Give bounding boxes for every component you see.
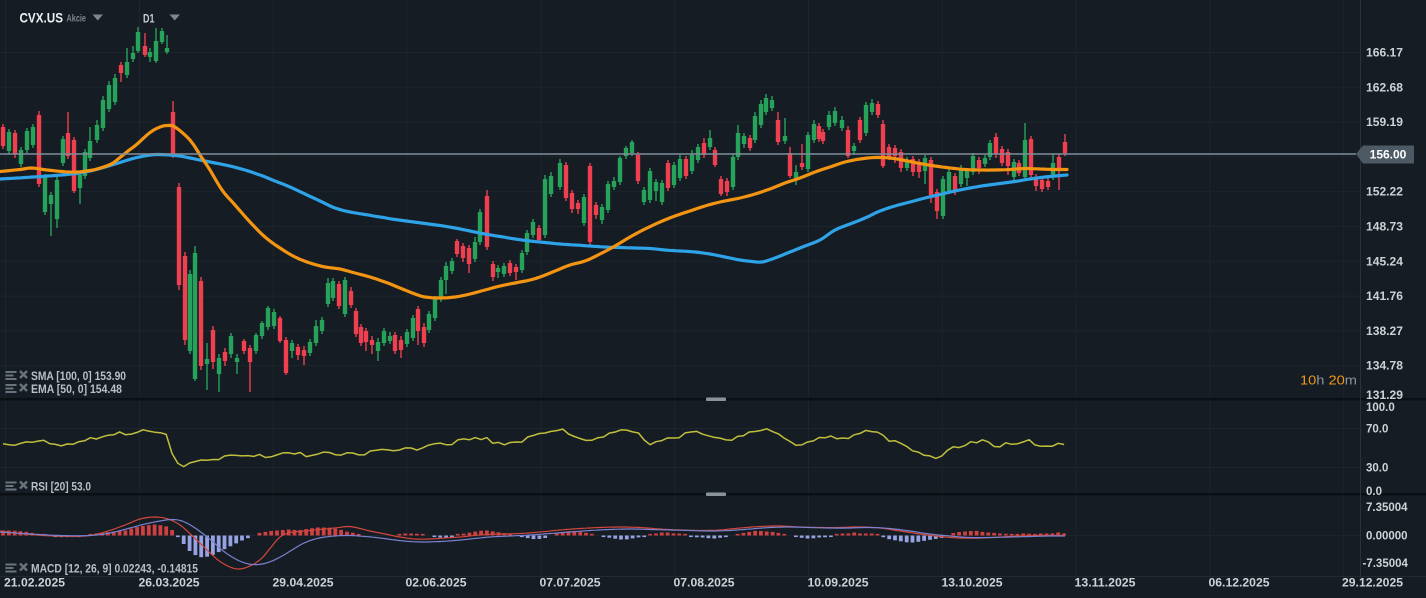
svg-text:159.19: 159.19: [1366, 117, 1403, 129]
svg-text:10h 20m: 10h 20m: [1300, 373, 1357, 388]
svg-text:0.0: 0.0: [1366, 486, 1382, 498]
svg-text:10.09.2025: 10.09.2025: [808, 578, 870, 590]
svg-text:141.76: 141.76: [1366, 291, 1403, 303]
svg-text:SMA [100, 0] 153.90: SMA [100, 0] 153.90: [31, 371, 126, 383]
svg-text:138.27: 138.27: [1366, 326, 1403, 338]
svg-text:134.78: 134.78: [1366, 361, 1404, 373]
svg-text:MACD [12, 26, 9] 0.02243, -0.: MACD [12, 26, 9] 0.02243, -0.14815: [31, 564, 199, 576]
svg-text:21.02.2025: 21.02.2025: [4, 578, 66, 590]
svg-text:145.24: 145.24: [1366, 256, 1404, 268]
svg-text:D1: D1: [143, 12, 155, 26]
svg-text:13.10.2025: 13.10.2025: [942, 578, 1004, 590]
svg-text:29.12.2025: 29.12.2025: [1342, 578, 1404, 590]
svg-text:131.29: 131.29: [1366, 390, 1403, 402]
svg-text:7.35004: 7.35004: [1366, 502, 1408, 514]
svg-text:29.04.2025: 29.04.2025: [273, 578, 335, 590]
svg-text:Akcie: Akcie: [67, 13, 87, 25]
svg-text:156.00: 156.00: [1370, 148, 1407, 162]
svg-text:07.07.2025: 07.07.2025: [540, 578, 602, 590]
svg-text:26.03.2025: 26.03.2025: [139, 578, 201, 590]
svg-text:06.12.2025: 06.12.2025: [1209, 578, 1271, 590]
svg-text:166.17: 166.17: [1366, 48, 1403, 60]
svg-text:02.06.2025: 02.06.2025: [406, 578, 468, 590]
svg-text:RSI [20] 53.0: RSI [20] 53.0: [31, 482, 91, 494]
svg-text:148.73: 148.73: [1366, 222, 1403, 234]
svg-text:EMA [50, 0] 154.48: EMA [50, 0] 154.48: [31, 384, 123, 396]
svg-text:-7.35004: -7.35004: [1363, 558, 1409, 570]
svg-text:30.0: 30.0: [1366, 463, 1388, 475]
svg-text:70.0: 70.0: [1366, 424, 1388, 436]
svg-text:100.0: 100.0: [1366, 402, 1395, 414]
svg-text:162.68: 162.68: [1366, 82, 1404, 94]
svg-text:152.22: 152.22: [1366, 187, 1403, 199]
svg-text:13.11.2025: 13.11.2025: [1075, 578, 1137, 590]
svg-text:07.08.2025: 07.08.2025: [674, 578, 736, 590]
svg-text:CVX.US: CVX.US: [20, 11, 64, 26]
svg-text:0.00000: 0.00000: [1366, 531, 1408, 543]
